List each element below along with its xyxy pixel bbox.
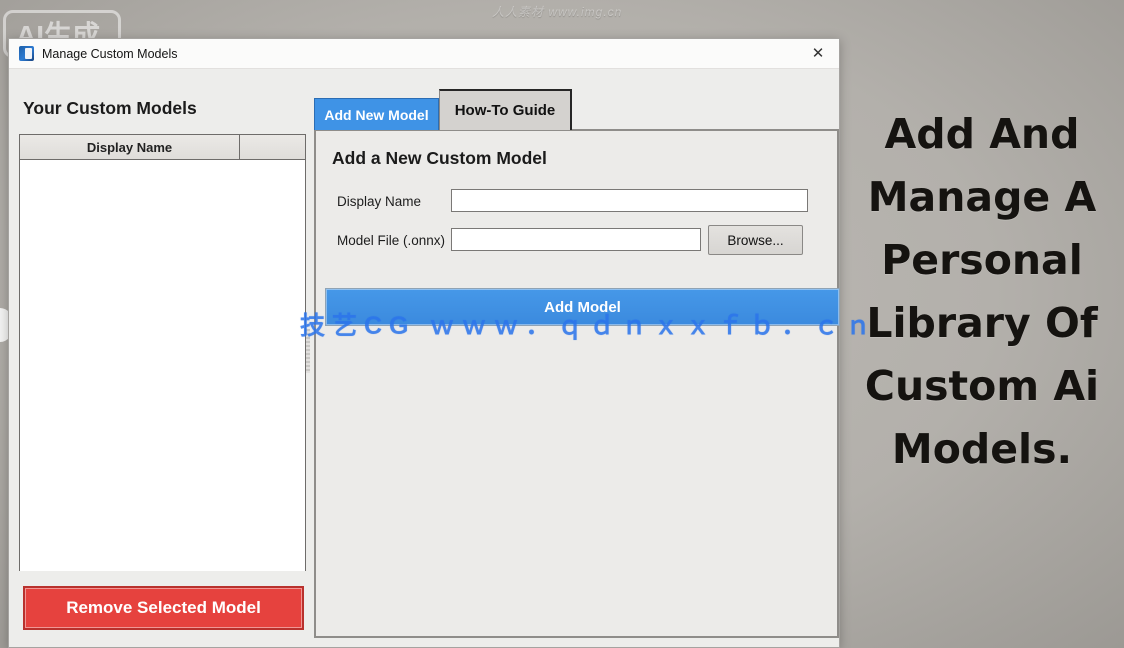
title-bar: Manage Custom Models ✕	[9, 39, 839, 69]
tab-how-to-guide[interactable]: How-To Guide	[439, 89, 572, 130]
display-name-input[interactable]	[451, 189, 808, 212]
screen: 人人素材 www.img.cn AI生成 Manage Custom Model…	[0, 0, 1124, 648]
custom-models-table[interactable]: Display Name	[19, 134, 306, 571]
display-name-label: Display Name	[337, 194, 421, 209]
model-file-input[interactable]	[451, 228, 701, 251]
left-panel-heading: Your Custom Models	[23, 98, 197, 119]
app-icon	[19, 46, 34, 61]
form-heading: Add a New Custom Model	[332, 148, 547, 169]
close-button[interactable]: ✕	[807, 43, 829, 65]
table-body-empty[interactable]	[20, 160, 305, 571]
remove-selected-model-button[interactable]: Remove Selected Model	[23, 586, 304, 630]
caption-line: Personal	[840, 229, 1124, 292]
model-file-label: Model File (.onnx)	[337, 233, 445, 248]
site-watermark: 技艺CG ｗｗｗ．ｑｄｎｘｘｆｂ．ｃｎ	[300, 306, 860, 342]
caption-line: Library Of	[840, 292, 1124, 355]
window-title: Manage Custom Models	[42, 47, 177, 61]
caption-line: Add And	[840, 103, 1124, 166]
tab-add-new-model[interactable]: Add New Model	[314, 98, 439, 130]
side-caption: Add And Manage A Personal Library Of Cus…	[840, 103, 1124, 481]
manage-custom-models-dialog: Manage Custom Models ✕ Your Custom Model…	[8, 38, 840, 648]
column-header-display-name[interactable]: Display Name	[20, 135, 240, 159]
top-watermark: 人人素材 www.img.cn	[492, 3, 652, 20]
caption-line: Models.	[840, 418, 1124, 481]
caption-line: Manage A	[840, 166, 1124, 229]
column-header-extra[interactable]	[240, 135, 305, 159]
caption-line: Custom Ai	[840, 355, 1124, 418]
table-header-row: Display Name	[20, 135, 305, 160]
browse-button[interactable]: Browse...	[708, 225, 803, 255]
